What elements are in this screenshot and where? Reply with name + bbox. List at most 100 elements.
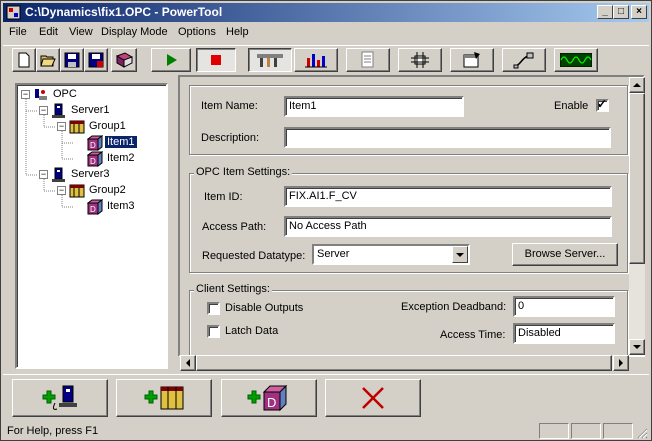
open-icon xyxy=(40,55,56,67)
browse-server-button[interactable]: Browse Server... xyxy=(512,243,618,266)
close-button[interactable]: × xyxy=(631,5,647,19)
maximize-button[interactable]: □ xyxy=(613,5,629,19)
requested-datatype-value: Server xyxy=(317,248,350,260)
group-icon xyxy=(69,184,85,198)
access-path-label: Access Path: xyxy=(202,221,267,233)
horizontal-scrollbar[interactable] xyxy=(180,355,629,371)
play-icon xyxy=(167,54,177,66)
save-all-icon xyxy=(88,52,104,68)
toolbar xyxy=(3,45,649,73)
status-pane-2 xyxy=(571,423,601,439)
requested-datatype-label: Requested Datatype: xyxy=(202,250,306,262)
app-icon xyxy=(6,5,21,20)
vertical-scrollbar[interactable] xyxy=(629,77,645,355)
tree-label-opc: OPC xyxy=(53,88,77,100)
app-window: C:\Dynamics\fix1.OPC - PowerTool _ □ × F… xyxy=(0,0,652,441)
network-button[interactable] xyxy=(398,48,442,72)
statistics-icon xyxy=(305,54,327,68)
save-icon xyxy=(64,52,80,68)
description-input[interactable] xyxy=(284,127,611,148)
tree-expander-server3[interactable]: − xyxy=(39,170,48,179)
item-name-input[interactable]: Item1 xyxy=(284,96,464,117)
exception-deadband-label: Exception Deadband: xyxy=(401,301,507,313)
book-button[interactable] xyxy=(111,48,137,72)
item-icon: D xyxy=(87,135,103,151)
save-button[interactable] xyxy=(60,48,84,72)
description-label: Description: xyxy=(201,132,260,144)
latch-data-checkbox[interactable] xyxy=(207,325,220,338)
delete-button[interactable] xyxy=(325,379,421,417)
title-bar[interactable]: C:\Dynamics\fix1.OPC - PowerTool _ □ × xyxy=(3,3,649,22)
tree-expander-opc[interactable]: − xyxy=(21,90,30,99)
statistics-button[interactable] xyxy=(294,48,338,72)
requested-datatype-select[interactable]: Server xyxy=(312,244,470,265)
scroll-left-button[interactable] xyxy=(180,355,196,371)
action-bar: D xyxy=(3,374,649,420)
stop-button[interactable] xyxy=(196,48,236,72)
tree-label-item2: Item2 xyxy=(107,152,135,164)
connect-button[interactable] xyxy=(502,48,546,72)
menu-file[interactable]: File xyxy=(9,26,27,38)
properties-icon xyxy=(463,52,480,68)
enable-checkbox[interactable]: ✓ xyxy=(596,97,609,112)
chevron-down-icon xyxy=(456,253,464,257)
access-path-input[interactable]: No Access Path xyxy=(284,216,612,237)
group-icon xyxy=(69,120,85,134)
waveform-button[interactable] xyxy=(554,48,598,72)
item-icon: D xyxy=(87,151,103,167)
resize-grip-icon[interactable] xyxy=(636,427,648,439)
enable-label: Enable xyxy=(554,100,589,112)
scroll-right-button[interactable] xyxy=(613,355,629,371)
scroll-up-button[interactable] xyxy=(629,77,645,93)
window-title: C:\Dynamics\fix1.OPC - PowerTool xyxy=(25,5,223,19)
tree-label-item3: Item3 xyxy=(107,200,135,212)
vertical-scroll-thumb[interactable] xyxy=(629,93,645,264)
add-item-icon: D xyxy=(247,384,288,412)
add-group-button[interactable] xyxy=(116,379,212,417)
opc-root-icon xyxy=(35,89,47,100)
tree-label-server3: Server3 xyxy=(71,168,110,180)
add-server-button[interactable] xyxy=(12,379,108,417)
stop-icon xyxy=(211,55,221,65)
menu-display-mode[interactable]: Display Mode xyxy=(101,26,168,38)
status-help-text: For Help, press F1 xyxy=(7,425,99,437)
tools-icon xyxy=(257,54,283,67)
add-item-button[interactable]: D xyxy=(221,379,317,417)
menu-edit[interactable]: Edit xyxy=(39,26,58,38)
item-id-label: Item ID: xyxy=(204,191,243,203)
chevron-down-icon xyxy=(633,345,641,349)
opc-tree[interactable]: − OPC − Server1 − Group1 D Item1 D Item2… xyxy=(15,83,168,369)
exception-deadband-input[interactable]: 0 xyxy=(513,296,615,317)
tree-expander-group2[interactable]: − xyxy=(57,186,66,195)
horizontal-scroll-thumb[interactable] xyxy=(196,355,612,371)
tree-label-group2: Group2 xyxy=(89,184,126,196)
notes-button[interactable] xyxy=(346,48,390,72)
server-icon xyxy=(52,167,65,182)
new-button[interactable] xyxy=(12,48,36,72)
svg-text:D: D xyxy=(90,205,96,214)
open-button[interactable] xyxy=(36,48,60,72)
svg-text:D: D xyxy=(90,141,96,150)
tree-expander-group1[interactable]: − xyxy=(57,122,66,131)
add-group-icon xyxy=(144,386,184,410)
minimize-button[interactable]: _ xyxy=(597,5,613,19)
network-icon xyxy=(411,52,429,68)
chevron-right-icon xyxy=(619,359,623,367)
properties-button[interactable] xyxy=(450,48,494,72)
play-button[interactable] xyxy=(151,48,191,72)
menu-options[interactable]: Options xyxy=(178,26,216,38)
tree-expander-server1[interactable]: − xyxy=(39,106,48,115)
disable-outputs-checkbox[interactable] xyxy=(207,302,220,315)
save-all-button[interactable] xyxy=(84,48,108,72)
server-icon xyxy=(52,103,65,118)
access-time-input[interactable]: Disabled xyxy=(513,323,615,344)
menu-view[interactable]: View xyxy=(69,26,93,38)
disable-outputs-label: Disable Outputs xyxy=(225,302,304,314)
item-id-input[interactable]: FIX.AI1.F_CV xyxy=(284,186,612,207)
add-server-icon xyxy=(42,385,77,410)
new-icon xyxy=(18,52,30,68)
menu-help[interactable]: Help xyxy=(226,26,249,38)
dropdown-arrow-button[interactable] xyxy=(452,246,468,263)
tools-button[interactable] xyxy=(248,48,292,72)
scroll-down-button[interactable] xyxy=(629,339,645,355)
